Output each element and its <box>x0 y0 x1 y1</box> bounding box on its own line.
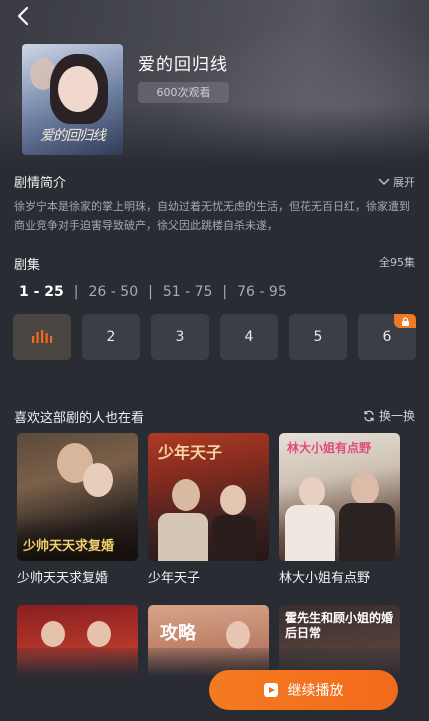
episode-5-button[interactable]: 5 <box>289 314 347 360</box>
continue-play-button[interactable]: 继续播放 <box>209 670 398 710</box>
recommend-card-3[interactable]: 林大小姐有点野 林大小姐有点野 <box>279 433 400 586</box>
episodes-heading: 剧集 <box>14 258 41 273</box>
range-tab-3[interactable]: 51 - 75 <box>161 284 215 300</box>
refresh-icon <box>364 410 374 421</box>
card-3-poster-text: 林大小姐有点野 <box>287 441 372 455</box>
episode-2-button[interactable]: 2 <box>82 314 140 360</box>
continue-play-label: 继续播放 <box>287 683 344 699</box>
episode-6-label: 6 <box>382 329 392 345</box>
episode-6-button[interactable]: 6 <box>358 314 416 360</box>
card-1-poster-text: 少帅天天求复婚 <box>23 539 115 554</box>
episode-total: 全95集 <box>379 256 415 269</box>
range-divider: | <box>73 284 79 300</box>
range-tab-1[interactable]: 1 - 25 <box>17 284 66 300</box>
range-tab-4[interactable]: 76 - 95 <box>235 284 289 300</box>
episode-3-button[interactable]: 3 <box>151 314 209 360</box>
lock-icon <box>401 316 409 326</box>
episode-list: 2 3 4 5 6 <box>13 314 416 360</box>
now-playing-icon <box>32 330 53 343</box>
view-count-badge: 600次观看 <box>138 82 229 103</box>
drama-poster: 爱的回归线 <box>22 44 123 155</box>
synopsis-text: 徐岁宁本是徐家的掌上明珠，自幼过着无忧无虑的生活，但花无百日红，徐家遭到商业竞争… <box>14 200 410 232</box>
refresh-label: 换一换 <box>378 409 415 423</box>
play-icon <box>263 683 278 697</box>
expand-button[interactable]: 展开 <box>378 174 415 190</box>
range-tab-2[interactable]: 26 - 50 <box>87 284 141 300</box>
card-1-poster: 少帅天天求复婚 <box>17 433 138 561</box>
synopsis-heading: 剧情简介 <box>14 176 67 191</box>
episode-1-button[interactable] <box>13 314 71 360</box>
range-divider: | <box>222 284 228 300</box>
card-2-poster: 少年天子 <box>148 433 269 561</box>
card-6-poster-text: 霍先生和顾小姐的婚后日常 <box>285 611 394 640</box>
episode-4-button[interactable]: 4 <box>220 314 278 360</box>
back-button[interactable] <box>12 4 36 28</box>
drama-title: 爱的回归线 <box>138 55 228 75</box>
range-divider: | <box>148 284 153 300</box>
chevron-down-icon <box>378 178 390 186</box>
recommend-heading: 喜欢这部剧的人也在看 <box>14 411 145 426</box>
recommend-card-1[interactable]: 少帅天天求复婚 少帅天天求复婚 <box>17 433 138 586</box>
card-3-title: 林大小姐有点野 <box>279 571 371 586</box>
expand-label: 展开 <box>393 176 415 189</box>
poster-caption: 爱的回归线 <box>40 128 106 144</box>
chevron-left-icon <box>17 6 29 26</box>
card-1-title: 少帅天天求复婚 <box>17 571 109 586</box>
recommend-card-2[interactable]: 少年天子 少年天子 <box>148 433 269 586</box>
refresh-button[interactable]: 换一换 <box>363 407 415 424</box>
card-2-title: 少年天子 <box>148 571 201 586</box>
card-3-poster: 林大小姐有点野 <box>279 433 400 561</box>
card-5-poster-text: 攻略 <box>160 623 196 644</box>
card-2-poster-text: 少年天子 <box>158 443 223 462</box>
lock-badge <box>394 314 416 328</box>
episode-range-tabs: 1 - 25 | 26 - 50 | 51 - 75 | 76 - 95 <box>17 284 289 300</box>
